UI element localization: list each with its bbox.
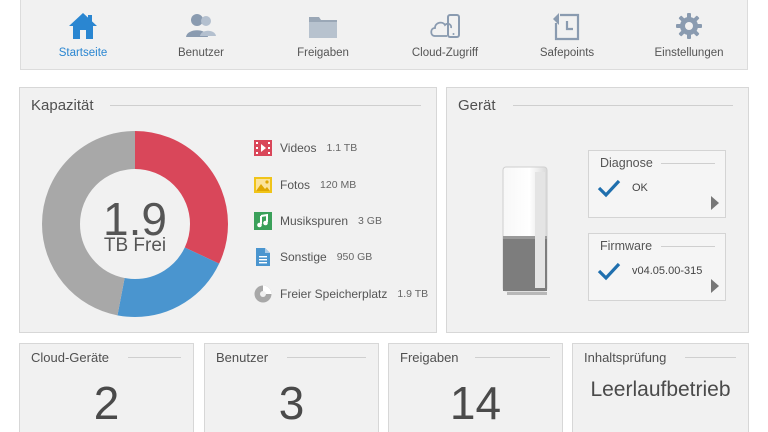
card-divider [661, 163, 715, 164]
card-title: Firmware [600, 239, 653, 253]
card-title: Diagnose [600, 156, 653, 170]
nav-item-benutzer[interactable]: Benutzer [143, 0, 259, 70]
nav-label: Freigaben [297, 47, 349, 59]
card-title: Freigaben [400, 350, 459, 365]
free-capacity-unit: TB Frei [103, 235, 167, 256]
title-divider [513, 105, 733, 106]
card-title: Cloud-Geräte [31, 350, 110, 365]
nas-device-image [502, 166, 548, 295]
free-space-icon [254, 285, 272, 303]
panel-title: Gerät [458, 97, 496, 114]
users-count: 3 [278, 377, 305, 429]
content-scan-card[interactable]: Inhaltsprüfung Leerlaufbetrieb [572, 343, 749, 432]
firmware-version: v04.05.00-315 [632, 265, 703, 277]
video-icon [254, 140, 272, 156]
card-divider [661, 246, 715, 247]
diagnose-status: OK [632, 182, 648, 194]
shares-count: 14 [449, 377, 502, 429]
users-card[interactable]: Benutzer 3 [204, 343, 379, 432]
legend-value: 950 GB [336, 251, 373, 263]
legend-item-musikspuren: Musikspuren 3 GB [253, 211, 382, 231]
title-divider [685, 357, 736, 358]
legend-label: Sonstige [280, 250, 327, 264]
legend-value: 1.9 TB [397, 288, 429, 300]
document-icon [256, 248, 270, 266]
shares-card[interactable]: Freigaben 14 [388, 343, 563, 432]
cloud-devices-card[interactable]: Cloud-Geräte 2 [19, 343, 194, 432]
home-icon [69, 13, 97, 39]
nav-label: Startseite [58, 47, 108, 59]
title-divider [128, 357, 181, 358]
legend-value: 3 GB [358, 215, 382, 227]
legend-item-sonstige: Sonstige 950 GB [253, 247, 372, 267]
card-title: Benutzer [216, 350, 269, 365]
music-icon [254, 212, 272, 230]
legend-item-videos: Videos 1.1 TB [253, 138, 357, 158]
nav-label: Safepoints [539, 47, 595, 59]
diagnose-card[interactable]: Diagnose OK [588, 150, 726, 218]
nav-item-freigaben[interactable]: Freigaben [265, 0, 381, 70]
nav-item-startseite[interactable]: Startseite [25, 0, 141, 70]
cloud-devices-count: 2 [93, 377, 120, 429]
legend-label: Videos [280, 141, 317, 155]
top-navigation: Startseite Benutzer Freigaben Cloud-Zugr… [20, 0, 748, 70]
title-divider [110, 105, 421, 106]
title-divider [287, 357, 366, 358]
nav-label: Einstellungen [654, 47, 724, 59]
cloud-device-icon [430, 14, 460, 38]
title-divider [475, 357, 550, 358]
panel-title: Kapazität [31, 97, 94, 114]
nav-label: Cloud-Zugriff [411, 47, 479, 59]
nav-item-einstellungen[interactable]: Einstellungen [631, 0, 747, 70]
checkmark-icon [597, 179, 621, 198]
capacity-panel: Kapazität 1.9 TB Frei Videos 1.1 TB Foto… [19, 87, 437, 333]
legend-label: Musikspuren [280, 214, 349, 228]
users-icon [186, 14, 216, 37]
photo-icon [254, 177, 272, 193]
nav-item-safepoints[interactable]: Safepoints [509, 0, 625, 70]
device-panel: Gerät Diagnose OK Firmware v04.05.00-315 [446, 87, 749, 333]
legend-value: 1.1 TB [326, 142, 358, 154]
legend-value: 120 MB [320, 179, 357, 191]
legend-label: Fotos [280, 178, 311, 192]
legend-label: Freier Speicherplatz [280, 287, 388, 301]
arrow-right-icon[interactable] [711, 279, 719, 293]
content-scan-status: Leerlaufbetrieb [590, 378, 731, 401]
nav-item-cloud-zugriff[interactable]: Cloud-Zugriff [387, 0, 503, 70]
legend-item-freier-speicherplatz: Freier Speicherplatz 1.9 TB [253, 284, 428, 304]
legend-item-fotos: Fotos 120 MB [253, 175, 356, 195]
safepoint-icon [553, 13, 580, 41]
firmware-card[interactable]: Firmware v04.05.00-315 [588, 233, 726, 301]
checkmark-icon [597, 262, 621, 281]
arrow-right-icon[interactable] [711, 196, 719, 210]
nav-label: Benutzer [177, 47, 225, 59]
card-title: Inhaltsprüfung [584, 350, 667, 365]
folder-icon [309, 17, 337, 38]
gear-icon [676, 13, 702, 39]
